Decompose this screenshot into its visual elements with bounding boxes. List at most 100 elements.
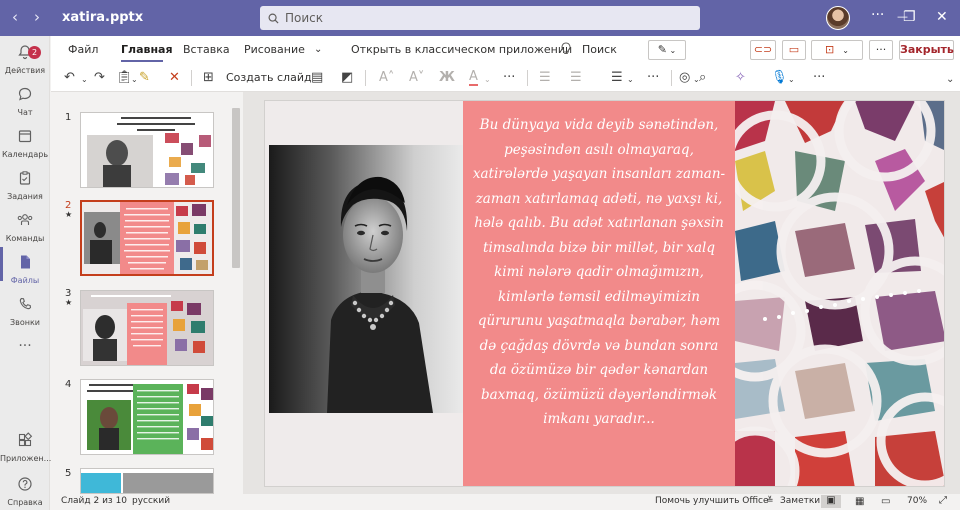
slide-thumbnail-2[interactable] [80, 200, 214, 276]
rail-help[interactable]: Справка [0, 476, 50, 507]
collapse-ribbon-icon[interactable]: ⌄ [946, 72, 954, 88]
zoom-level[interactable]: 70% [907, 496, 927, 506]
pen-icon: ✎ [657, 43, 667, 56]
forward-icon[interactable]: › [34, 9, 40, 25]
thumbnail-number: 4 [65, 379, 72, 390]
bold-icon[interactable]: Ж [439, 70, 455, 86]
scrollbar-thumb[interactable] [232, 108, 240, 268]
animation-star-icon: ★ [65, 210, 73, 219]
search-input[interactable]: Поиск [260, 6, 700, 30]
format-painter-icon[interactable]: ✎ [139, 70, 150, 86]
portrait-photo[interactable] [269, 145, 477, 413]
rail-chat[interactable]: Чат [0, 86, 50, 117]
ribbon-options-chevron-icon[interactable]: ⌄ [314, 44, 322, 55]
clipboard-icon [15, 170, 35, 190]
activity-badge: 2 [28, 46, 41, 59]
slide-sorter-icon[interactable]: ▦ [855, 496, 864, 507]
calendar-icon [15, 128, 35, 148]
new-slide-button[interactable]: Создать слайд [226, 71, 312, 84]
help-icon [15, 476, 35, 496]
divider [671, 70, 672, 86]
delete-icon[interactable]: ✕ [169, 70, 180, 86]
notes-icon[interactable]: ≚ [766, 496, 774, 506]
tab-home[interactable]: Главная [121, 43, 173, 56]
bullets-icon[interactable]: ☰ [539, 70, 551, 86]
font-shrink-icon[interactable]: A˅ [409, 70, 424, 86]
more-font-icon[interactable]: ··· [503, 70, 515, 86]
divider [191, 70, 192, 86]
font-color-icon[interactable]: A [469, 70, 478, 86]
normal-view-icon[interactable]: ▣ [821, 495, 841, 508]
slide-2-preview [82, 202, 212, 274]
tab-draw[interactable]: Рисование [244, 43, 305, 56]
slide-thumbnail-1[interactable] [80, 112, 214, 188]
rail-teams[interactable]: Команды [0, 212, 50, 243]
open-desktop-app-button[interactable]: Открыть в классическом приложении [351, 43, 572, 56]
search-icon [268, 13, 279, 24]
rail-label: Действия [4, 66, 46, 75]
comments-button[interactable]: ▭ [782, 40, 806, 60]
pen-dropdown[interactable]: ✎ ⌄ [648, 40, 686, 60]
chevron-down-icon[interactable]: ⌄ [81, 72, 88, 88]
language-indicator[interactable]: русский [132, 496, 170, 506]
restore-icon[interactable]: ❐ [903, 8, 916, 26]
portrait-image [327, 176, 433, 413]
divider [527, 70, 528, 86]
designer-wand-icon[interactable]: ✧ [735, 70, 746, 86]
close-window-icon[interactable]: ✕ [936, 8, 948, 26]
shapes-icon[interactable]: ◎ [679, 70, 690, 86]
title-bar: ‹ › xatira.pptx Поиск ··· — ❐ ✕ [0, 0, 960, 36]
search-placeholder: Поиск [285, 11, 324, 25]
slide-thumbnail-3[interactable] [80, 290, 214, 366]
slide-thumbnail-4[interactable] [80, 379, 214, 455]
new-slide-icon[interactable]: ⊞ [203, 70, 214, 86]
geometric-pattern-image [735, 101, 944, 486]
more-apps-icon[interactable]: ··· [0, 338, 50, 354]
rail-calendar[interactable]: Календарь [0, 128, 50, 159]
lightbulb-icon [560, 42, 572, 58]
user-avatar[interactable] [826, 6, 850, 30]
share-button[interactable]: ⊂⊃ [750, 40, 776, 60]
dictate-icon[interactable]: 🎙︎ [771, 70, 788, 86]
close-button[interactable]: Закрыть [899, 40, 954, 60]
rail-activity[interactable]: 2 Действия [0, 44, 50, 75]
chevron-down-icon[interactable]: ⌄ [484, 72, 491, 88]
redo-icon[interactable]: ↷ [94, 70, 105, 86]
find-icon[interactable]: ⌕ [699, 70, 706, 86]
rail-files[interactable]: Файлы [0, 254, 50, 285]
layout-icon[interactable]: ▤ [311, 70, 323, 86]
font-grow-icon[interactable]: A˄ [379, 70, 394, 86]
rail-label: Чат [17, 108, 33, 117]
present-button[interactable]: ⊡ ⌄ [811, 40, 863, 60]
chevron-down-icon[interactable]: ⌄ [627, 72, 634, 88]
align-icon[interactable]: ☰ [611, 70, 623, 86]
numbering-icon[interactable]: ☰ [570, 70, 582, 86]
more-ribbon-icon[interactable]: ··· [813, 70, 825, 86]
undo-icon[interactable]: ↶ [64, 70, 75, 86]
back-icon[interactable]: ‹ [12, 9, 18, 25]
fit-to-window-icon[interactable]: ⤢ [939, 495, 947, 506]
rail-calls[interactable]: Звонки [0, 296, 50, 327]
more-actions-button[interactable]: ··· [869, 40, 893, 60]
tab-file[interactable]: Файл [68, 43, 98, 56]
notes-button[interactable]: Заметки [780, 496, 820, 506]
rail-tasks[interactable]: Задания [0, 170, 50, 201]
current-slide[interactable]: Bu dünyaya vida deyib sənətindən, peşəsi… [264, 100, 945, 487]
feedback-link[interactable]: Помочь улучшить Office [655, 496, 769, 506]
more-options-icon[interactable]: ··· [871, 6, 884, 24]
file-title: xatira.pptx [62, 10, 144, 25]
slide-thumbnail-pane: 1 2 ★ 3 ★ 4 5 [51, 92, 243, 494]
design-icon[interactable]: ◩ [341, 70, 353, 86]
tell-me-search[interactable]: Поиск [582, 43, 617, 56]
chevron-down-icon[interactable]: ⌄ [131, 72, 138, 88]
chevron-down-icon[interactable]: ⌄ [788, 72, 795, 88]
slide-thumbnail-5[interactable] [80, 468, 214, 494]
rail-label: Задания [7, 192, 43, 201]
file-icon [15, 254, 35, 274]
slide-text-box[interactable]: Bu dünyaya vida deyib sənətindən, peşəsi… [463, 101, 735, 486]
reading-view-icon[interactable]: ▭ [881, 496, 890, 507]
tab-insert[interactable]: Вставка [183, 43, 230, 56]
thumbnail-scrollbar[interactable] [231, 94, 242, 492]
rail-apps[interactable]: Приложен... [0, 432, 51, 463]
more-paragraph-icon[interactable]: ··· [647, 70, 659, 86]
